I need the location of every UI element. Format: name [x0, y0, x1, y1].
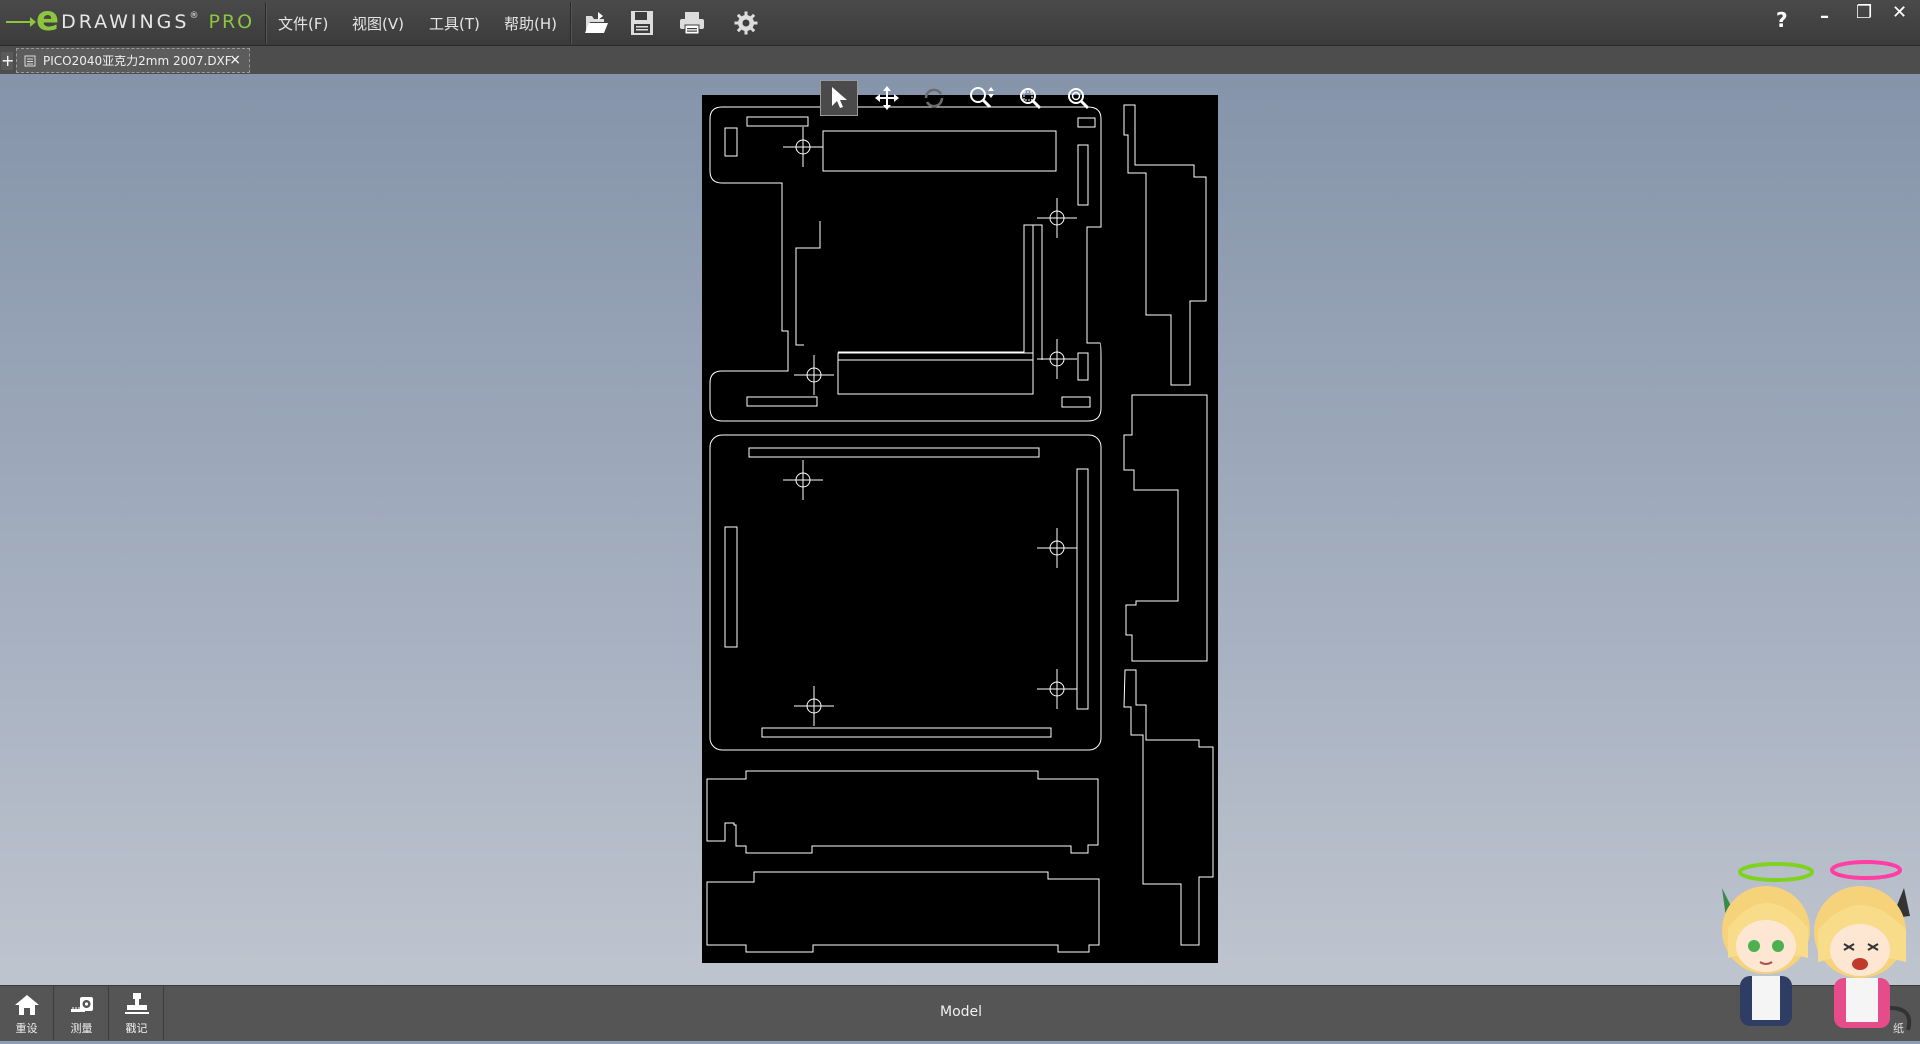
save-icon[interactable]: [627, 8, 657, 38]
zoom-area-tool[interactable]: [1011, 80, 1049, 116]
menu-file[interactable]: 文件(F): [278, 13, 328, 34]
logo-registered: ®: [189, 11, 199, 21]
add-tab-button[interactable]: +: [1, 52, 14, 70]
part-lower-strip-1: [706, 770, 1099, 854]
menu-view[interactable]: 视图(V): [352, 13, 404, 34]
part-middle-plate: [709, 434, 1102, 751]
restore-button[interactable]: ❐: [1856, 2, 1872, 23]
minimize-button[interactable]: –: [1820, 6, 1829, 27]
document-icon: [24, 55, 36, 66]
measure-label: 测量: [70, 1022, 93, 1035]
dxf-drawing: [706, 104, 1214, 953]
reset-button[interactable]: 重设: [0, 985, 54, 1040]
part-side-a: [1123, 104, 1207, 386]
hole-markers: [783, 127, 1077, 726]
stamp-label: 戳记: [125, 1022, 148, 1035]
open-folder-icon[interactable]: [581, 8, 611, 38]
menu-help[interactable]: 帮助(H): [504, 13, 557, 34]
zoom-fit-tool[interactable]: [1059, 80, 1097, 116]
gear-icon[interactable]: [731, 8, 761, 38]
tab-label: PICO2040亚克力2mm 2007.DXF: [43, 54, 232, 68]
zoom-area-icon: [1020, 88, 1042, 110]
zoom-icon: [970, 87, 994, 109]
close-button[interactable]: ✕: [1892, 2, 1907, 23]
home-icon: [14, 995, 39, 1015]
tab-close-icon[interactable]: ×: [229, 52, 241, 68]
stamp-icon: [124, 993, 149, 1014]
tab-document[interactable]: PICO2040亚克力2mm 2007.DXF ×: [16, 48, 250, 73]
measure-icon: [70, 997, 93, 1012]
logo-word: DRAWINGS: [61, 11, 190, 33]
desktop-pet-characters: [1718, 858, 1918, 1044]
pan-tool[interactable]: [868, 80, 906, 116]
measure-button[interactable]: 测量: [55, 985, 109, 1040]
dxf-drawing-sheet[interactable]: [702, 95, 1218, 963]
edrawings-logo: e DRAWINGS ® PRO: [6, 0, 255, 40]
print-icon[interactable]: [677, 8, 707, 38]
part-side-b: [1123, 394, 1208, 662]
zoom-tool[interactable]: [963, 80, 1001, 116]
separator: [265, 2, 266, 44]
tab-bar: [0, 46, 1920, 74]
menu-tools[interactable]: 工具(T): [429, 13, 480, 34]
help-button[interactable]: ?: [1776, 8, 1788, 32]
rotate-tool[interactable]: [915, 80, 953, 116]
logo-e: e: [36, 0, 60, 39]
part-side-c: [1123, 669, 1214, 946]
logo-arrow-icon: [6, 17, 36, 27]
logo-pro: PRO: [208, 11, 255, 33]
reset-label: 重设: [15, 1022, 38, 1035]
title-bar: e DRAWINGS ® PRO 文件(F) 视图(V) 工具(T) 帮助(H)…: [0, 0, 1920, 46]
model-sheet-tab[interactable]: Model: [940, 1004, 982, 1020]
move-icon: [875, 86, 899, 110]
cursor-icon: [832, 87, 847, 108]
select-tool[interactable]: [820, 80, 858, 116]
zoom-fit-icon: [1068, 88, 1090, 110]
part-lower-strip-2: [706, 871, 1100, 953]
stamp-button[interactable]: 戳记: [110, 985, 164, 1040]
rotate-icon: [924, 88, 944, 108]
separator: [570, 2, 571, 44]
